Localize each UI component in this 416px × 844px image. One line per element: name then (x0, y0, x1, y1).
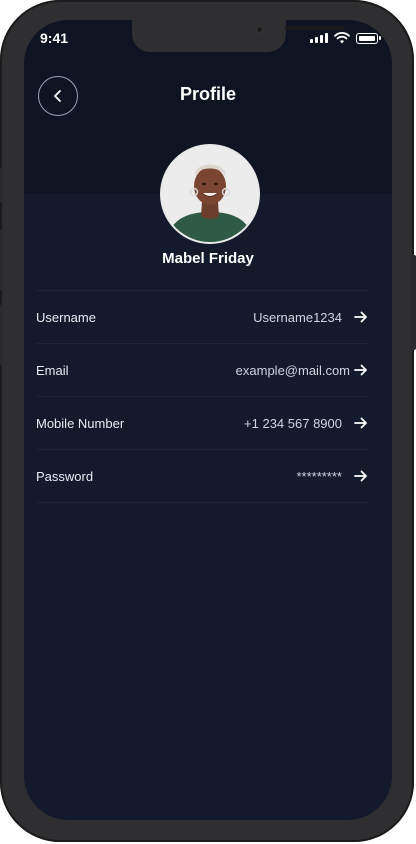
page-title: Profile (179, 84, 236, 104)
status-time: 9:41 (40, 30, 69, 46)
speaker-icon (285, 26, 345, 30)
volume-up-button (0, 230, 3, 290)
mobile-number-row[interactable]: Mobile Number +1 234 567 8900 (36, 397, 368, 450)
password-row[interactable]: Password ********* (36, 450, 368, 503)
volume-down-button (0, 305, 3, 365)
arrow-right-icon (346, 415, 368, 431)
mobile-number-value: +1 234 567 8900 (244, 415, 342, 431)
mobile-number-label: Mobile Number (36, 415, 125, 431)
signal-icon (310, 33, 328, 43)
username-label: Username (36, 309, 96, 325)
wifi-icon (334, 32, 350, 44)
username-value: Username1234 (253, 309, 342, 325)
avatar[interactable] (160, 144, 260, 244)
camera-icon (256, 26, 263, 33)
arrow-right-icon (346, 468, 368, 484)
phone-frame: 9:41 Profile Mabel Friday Username Usern… (0, 0, 416, 842)
arrow-right-icon (346, 309, 368, 325)
email-row[interactable]: Email example@mail.com (36, 344, 368, 397)
profile-photo (162, 146, 258, 242)
battery-icon (356, 32, 381, 44)
arrow-right-icon (354, 362, 368, 378)
app-screen: 9:41 Profile Mabel Friday Username Usern… (24, 20, 392, 820)
password-value: ********* (296, 468, 342, 484)
password-label: Password (36, 468, 94, 484)
status-icons (310, 32, 381, 44)
email-value: example@mail.com (235, 362, 350, 378)
email-label: Email (36, 362, 69, 378)
profile-info-list: Username Username1234 Email example@mail… (36, 290, 368, 503)
notch (132, 20, 345, 52)
profile-name: Mabel Friday (162, 250, 254, 267)
power-button (411, 255, 416, 350)
mute-switch (0, 168, 3, 202)
username-row[interactable]: Username Username1234 (36, 291, 368, 344)
